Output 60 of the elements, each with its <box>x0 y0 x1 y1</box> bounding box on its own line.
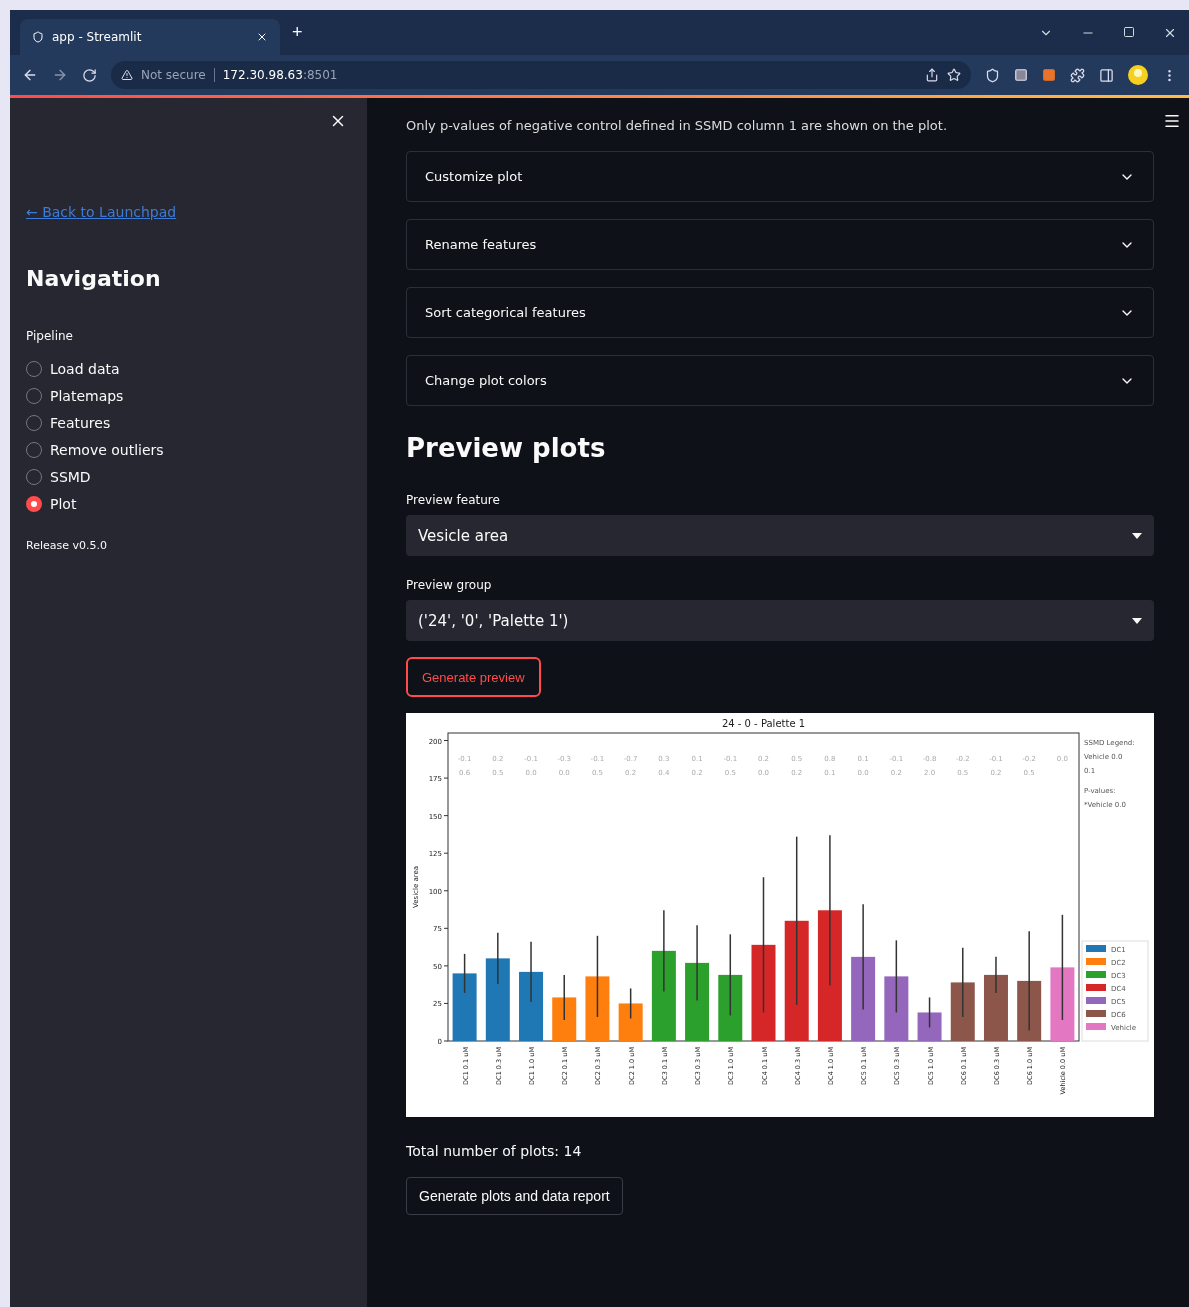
section-heading: Preview plots <box>406 433 607 463</box>
report-button[interactable]: Generate plots and data report <box>406 1177 623 1215</box>
new-tab-button[interactable]: + <box>292 22 303 43</box>
bar <box>1017 980 1042 1041</box>
error-bar <box>463 953 466 994</box>
browser-tab[interactable]: app - Streamlit <box>20 19 280 55</box>
dropdown-caret-icon <box>1132 532 1142 539</box>
url-text: 172.30.98.63:8501 <box>213 68 338 82</box>
select-label: Preview group <box>406 578 493 592</box>
tab-title: app - Streamlit <box>52 30 143 44</box>
security-label: Not secure <box>141 68 206 82</box>
expander[interactable]: Customize plot <box>406 151 1154 202</box>
generate-preview-button[interactable]: Generate preview <box>406 657 541 697</box>
chart-title: 24 - 0 - Palette 1 <box>721 718 806 729</box>
bar <box>519 971 544 1041</box>
profile-avatar-icon[interactable] <box>1128 65 1148 85</box>
back-link[interactable]: ← Back to Launchpad <box>26 204 351 220</box>
close-tab-icon[interactable] <box>256 31 268 43</box>
error-bar <box>629 987 632 1020</box>
sidebar-heading: Navigation <box>26 266 162 291</box>
expander[interactable]: Rename features <box>406 219 1154 270</box>
bar <box>618 1003 643 1041</box>
warning-icon <box>121 69 133 81</box>
share-icon[interactable] <box>925 68 939 82</box>
radio-group-label: Pipeline <box>26 329 74 343</box>
select-field[interactable]: ('24', '0', 'Palette 1') <box>406 600 1154 641</box>
menu-icon[interactable] <box>1163 112 1181 130</box>
plot-count: Total number of plots: 14 <box>406 1143 583 1159</box>
expander[interactable]: Sort categorical features <box>406 287 1154 338</box>
bar <box>917 1012 942 1041</box>
expander[interactable]: Change plot colors <box>406 355 1154 406</box>
back-icon[interactable] <box>22 67 38 83</box>
side-panel-icon[interactable] <box>1099 67 1114 83</box>
radio-option[interactable]: Plot <box>26 490 351 517</box>
bar <box>983 974 1008 1041</box>
bar <box>552 997 577 1041</box>
radio-option[interactable]: Platemaps <box>26 382 351 409</box>
bar <box>884 976 909 1041</box>
bar <box>452 973 477 1041</box>
plot-note: Only p-values of negative control defined in SSMD column 1 are shown on the plot. <box>406 118 949 133</box>
select-label: Preview feature <box>406 493 501 507</box>
radio-option[interactable]: SSMD <box>26 463 351 490</box>
radio-option[interactable]: Features <box>26 409 351 436</box>
favicon-icon <box>32 31 44 43</box>
forward-icon[interactable] <box>52 67 68 83</box>
radio-option[interactable]: Remove outliers <box>26 436 351 463</box>
bar <box>585 976 610 1041</box>
select-field[interactable]: Vesicle area <box>406 515 1154 556</box>
extensions-icon[interactable] <box>1070 67 1085 83</box>
bookmark-icon[interactable] <box>947 68 961 82</box>
dropdown-caret-icon <box>1132 617 1142 624</box>
release-label: Release v0.5.0 <box>26 539 108 552</box>
radio-option[interactable]: Load data <box>26 355 351 382</box>
address-field[interactable]: Not secure 172.30.98.63:8501 <box>111 61 971 89</box>
extension-icon[interactable] <box>1042 68 1056 82</box>
error-bar <box>928 996 931 1029</box>
maximize-icon[interactable] <box>1123 25 1135 38</box>
bar <box>718 974 743 1041</box>
bar <box>950 982 975 1041</box>
reload-icon[interactable] <box>82 67 97 83</box>
